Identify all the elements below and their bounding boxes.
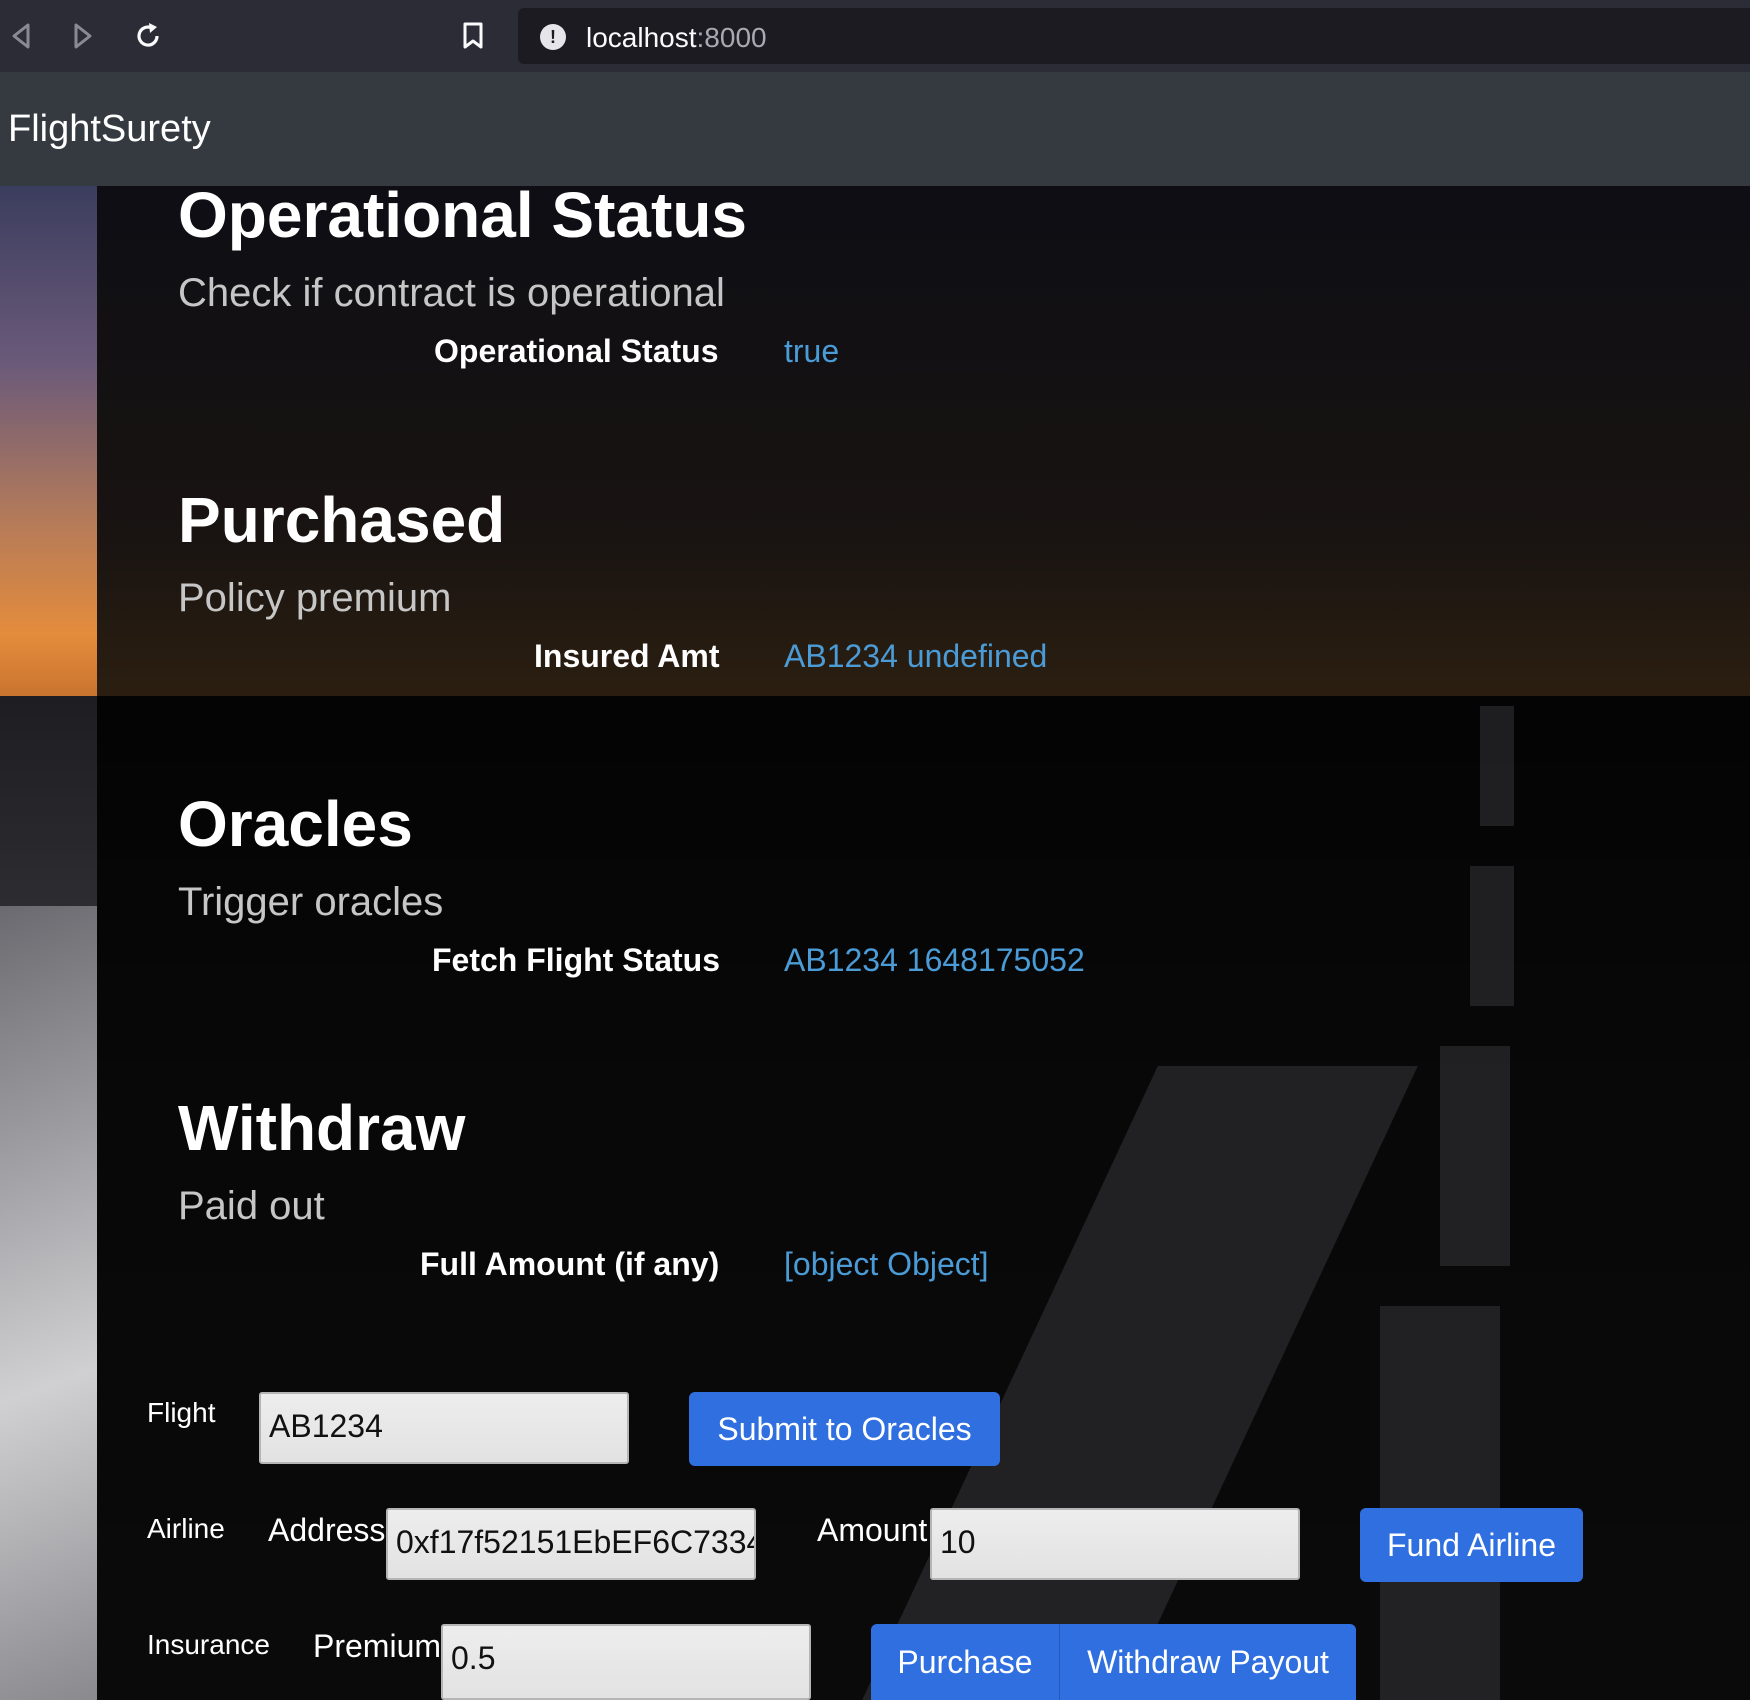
app-navbar: FlightSurety bbox=[0, 72, 1750, 186]
back-arrow-icon[interactable] bbox=[4, 18, 38, 54]
result-row: Full Amount (if any) [object Object] bbox=[178, 1246, 1578, 1286]
address-input[interactable]: 0xf17f52151EbEF6C7334 bbox=[386, 1508, 756, 1580]
section-subtitle: Trigger oracles bbox=[178, 880, 444, 924]
bookmark-icon[interactable] bbox=[456, 18, 490, 54]
runway-marking bbox=[1440, 1046, 1510, 1266]
result-label: Fetch Flight Status bbox=[432, 942, 720, 978]
flight-input[interactable]: AB1234 bbox=[259, 1392, 629, 1464]
oracles-section: Oracles Trigger oracles Fetch Flight Sta… bbox=[178, 788, 1085, 978]
reload-icon[interactable] bbox=[131, 18, 165, 54]
section-title: Purchased bbox=[178, 484, 506, 556]
purchased-section: Purchased Policy premium Insured Amt AB1… bbox=[178, 484, 1047, 674]
purchase-button[interactable]: Purchase bbox=[871, 1624, 1059, 1700]
section-title: Withdraw bbox=[178, 1092, 466, 1164]
info-icon[interactable]: ! bbox=[540, 24, 566, 50]
fund-airline-button[interactable]: Fund Airline bbox=[1360, 1508, 1583, 1582]
amount-label: Amount bbox=[817, 1512, 928, 1548]
runway-marking bbox=[1380, 1306, 1500, 1700]
section-subtitle: Paid out bbox=[178, 1184, 325, 1228]
result-label: Operational Status bbox=[434, 333, 719, 369]
address-bar[interactable]: ! localhost:8000 bbox=[518, 8, 1750, 64]
forward-arrow-icon[interactable] bbox=[66, 18, 100, 54]
flight-label: Flight bbox=[147, 1397, 216, 1428]
amount-input[interactable]: 10 bbox=[930, 1508, 1300, 1580]
result-label: Full Amount (if any) bbox=[420, 1246, 720, 1282]
premium-input[interactable]: 0.5 bbox=[441, 1624, 811, 1700]
browser-toolbar: ! localhost:8000 bbox=[0, 0, 1750, 72]
runway-side-edge bbox=[0, 906, 97, 1700]
result-row: Operational Status true bbox=[178, 333, 1578, 373]
result-label: Insured Amt bbox=[534, 638, 720, 674]
result-row: Insured Amt AB1234 undefined bbox=[178, 638, 1578, 678]
result-value: true bbox=[784, 333, 840, 369]
result-value: AB1234 undefined bbox=[784, 638, 1048, 674]
section-title: Operational Status bbox=[178, 179, 747, 251]
section-subtitle: Check if contract is operational bbox=[178, 271, 725, 315]
section-subtitle: Policy premium bbox=[178, 576, 452, 620]
operational-status-section: Operational Status Check if contract is … bbox=[178, 179, 839, 369]
premium-label: Premium bbox=[313, 1628, 442, 1664]
brand-title[interactable]: FlightSurety bbox=[8, 108, 211, 151]
section-title: Oracles bbox=[178, 788, 413, 860]
insurance-label: Insurance bbox=[147, 1629, 270, 1660]
runway-marking bbox=[1470, 866, 1514, 1006]
airline-label: Airline bbox=[147, 1513, 225, 1544]
withdraw-section: Withdraw Paid out Full Amount (if any) [… bbox=[178, 1092, 989, 1282]
result-value: [object Object] bbox=[784, 1246, 989, 1282]
url-port: :8000 bbox=[696, 22, 767, 53]
url-text[interactable]: localhost:8000 bbox=[586, 22, 767, 54]
runway-marking bbox=[1480, 706, 1514, 826]
withdraw-payout-button[interactable]: Withdraw Payout bbox=[1059, 1624, 1356, 1700]
url-host: localhost bbox=[586, 22, 697, 53]
result-value: AB1234 1648175052 bbox=[784, 942, 1085, 978]
submit-to-oracles-button[interactable]: Submit to Oracles bbox=[689, 1392, 1000, 1466]
address-label: Address bbox=[268, 1512, 386, 1548]
result-row: Fetch Flight Status AB1234 1648175052 bbox=[178, 942, 1578, 982]
